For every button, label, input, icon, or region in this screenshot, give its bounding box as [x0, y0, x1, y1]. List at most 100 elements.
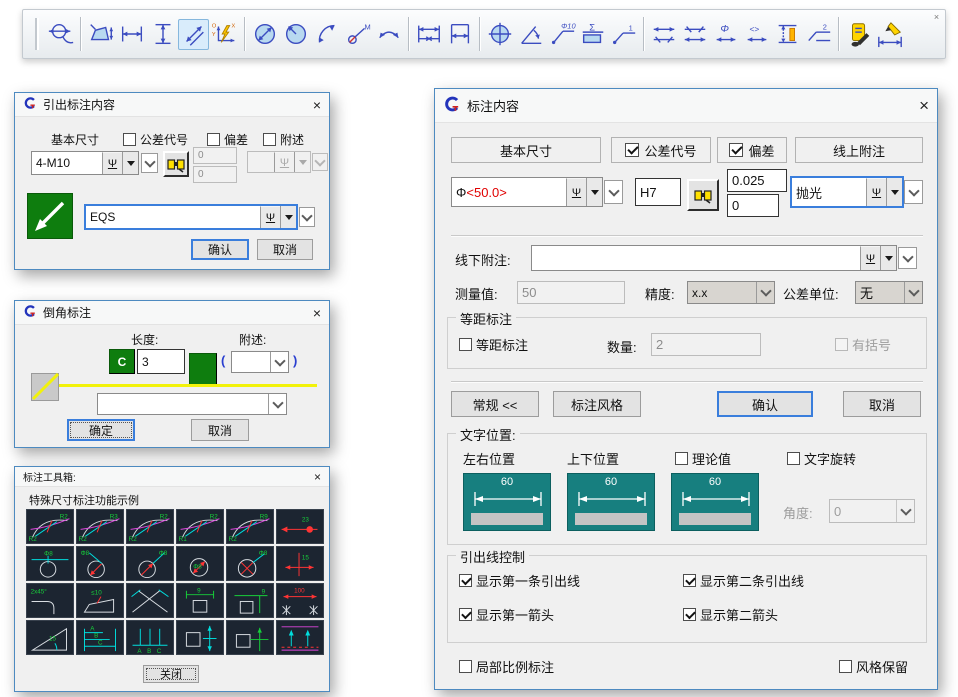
example-tile-arc[interactable]: R2R2 — [126, 509, 174, 544]
drop-button[interactable] — [280, 206, 296, 228]
second-leader-checkbox[interactable]: 显示第二条引出线 — [683, 571, 804, 590]
special-char-button[interactable]: Ψ — [102, 152, 122, 174]
angle-leader-icon[interactable] — [515, 19, 546, 50]
dim-inspect-icon[interactable] — [772, 19, 803, 50]
special-char-button[interactable]: Ψ — [866, 178, 886, 206]
second-arrow-checkbox[interactable]: 显示第二箭头 — [683, 605, 778, 624]
example-tile-triangle[interactable]: 15 — [26, 620, 74, 655]
dim-brackets-icon[interactable]: <> — [741, 19, 772, 50]
suffix-history-dropdown[interactable] — [904, 180, 923, 204]
close-icon[interactable]: × — [313, 97, 321, 113]
upper-deviation-field[interactable]: 0 — [193, 147, 237, 164]
dialog-titlebar[interactable]: 标注内容 × — [435, 89, 937, 123]
tolerance-code-checkbox[interactable]: 公差代号 — [123, 131, 188, 148]
special-char-button[interactable]: Ψ — [260, 206, 280, 228]
ok-button[interactable]: 确认 — [717, 391, 813, 417]
c-prefix-button[interactable]: C — [109, 349, 135, 374]
ok-button[interactable]: 确定 — [67, 419, 135, 441]
toolbar-close-icon[interactable]: × — [931, 12, 942, 23]
ok-button[interactable]: 确认 — [191, 239, 249, 260]
slope-leader-icon[interactable]: 1 — [608, 19, 639, 50]
quick-dim-icon[interactable] — [85, 19, 116, 50]
deviation-checkbox[interactable]: 偏差 — [717, 137, 787, 163]
close-icon[interactable]: × — [919, 96, 929, 116]
example-tile-stars[interactable]: 100 — [276, 583, 324, 618]
example-tile-stacked[interactable]: ABC — [76, 620, 124, 655]
example-tile-arc[interactable]: R2R2 — [26, 509, 74, 544]
vertical-dim-icon[interactable] — [147, 19, 178, 50]
leader-text-combo[interactable]: EQS Ψ — [85, 205, 297, 229]
dim-history-dropdown[interactable] — [141, 153, 158, 173]
example-tile-arc[interactable]: R1R2 — [176, 509, 224, 544]
below-note-history-dropdown[interactable] — [898, 247, 917, 269]
arc-length-dim-icon[interactable] — [373, 19, 404, 50]
continued-dim-icon[interactable] — [444, 19, 475, 50]
chevron-down-icon[interactable] — [904, 282, 922, 303]
dim-history-dropdown[interactable] — [604, 180, 623, 204]
theoretical-checkbox[interactable]: 理论值 — [675, 449, 731, 468]
text-rotate-checkbox[interactable]: 文字旋转 — [787, 449, 856, 468]
example-tile-chamfer[interactable]: 2x45° — [26, 583, 74, 618]
dialog-titlebar[interactable]: 标注工具箱: × — [15, 467, 329, 487]
diameter-leader-icon[interactable]: Φ10 — [546, 19, 577, 50]
example-tile-arrows[interactable] — [276, 620, 324, 655]
coordinate-dim-icon[interactable]: OYX — [209, 19, 240, 50]
dim-diameter-edit-icon[interactable]: Φ — [710, 19, 741, 50]
chevron-down-icon[interactable] — [756, 282, 774, 303]
example-tile-cross[interactable] — [126, 583, 174, 618]
example-tile-circle-leader[interactable]: Φ8 — [76, 546, 124, 581]
example-tile-arc[interactable]: R2R9 — [226, 509, 274, 544]
leader-m-dim-icon[interactable]: M — [342, 19, 373, 50]
baseline-dim-icon[interactable] — [413, 19, 444, 50]
extra-note-combo[interactable] — [97, 393, 287, 415]
first-arrow-checkbox[interactable]: 显示第一箭头 — [459, 605, 554, 624]
lookup-button[interactable] — [163, 151, 189, 177]
center-mark-icon[interactable] — [484, 19, 515, 50]
dim-spacing-icon[interactable] — [648, 19, 679, 50]
ud-position-preview[interactable]: 60 — [567, 473, 655, 531]
datum-target-icon[interactable]: Σ — [577, 19, 608, 50]
chamfer-style-button[interactable] — [189, 353, 217, 385]
toolbar-grip-handle[interactable] — [35, 18, 39, 50]
dim-style-button[interactable]: 标注风格 — [553, 391, 641, 417]
dim-value-combo[interactable]: Φ<50.0> Ψ — [451, 177, 603, 207]
close-icon[interactable]: × — [313, 305, 321, 321]
note-combo[interactable] — [231, 351, 289, 373]
drop-button[interactable] — [886, 178, 902, 206]
cancel-button[interactable]: 取消 — [843, 391, 921, 417]
radius-dim-icon[interactable] — [280, 19, 311, 50]
drop-button[interactable] — [586, 178, 602, 206]
example-tile-circle-in[interactable]: Φ8 — [176, 546, 224, 581]
example-tile-sq-top[interactable]: 9 — [176, 583, 224, 618]
first-leader-checkbox[interactable]: 显示第一条引出线 — [459, 571, 580, 590]
special-char-button[interactable]: Ψ — [566, 178, 586, 206]
length-input[interactable]: 3 — [137, 349, 185, 374]
cancel-button[interactable]: 取消 — [257, 239, 313, 260]
dim-value-combo[interactable]: 4-M10 Ψ — [31, 151, 139, 175]
example-tile-arc[interactable]: R2R3 — [76, 509, 124, 544]
tolerance-code-field[interactable]: H7 — [635, 178, 681, 206]
chevron-down-icon[interactable] — [268, 394, 286, 414]
dim-slope-edit-icon[interactable]: 2 — [803, 19, 834, 50]
upper-deviation-field[interactable]: 0.025 — [727, 169, 787, 192]
deviation-checkbox[interactable]: 偏差 — [207, 131, 248, 148]
close-icon[interactable]: × — [314, 470, 321, 484]
style-manager-icon[interactable] — [843, 19, 874, 50]
example-tile-sq-side[interactable]: 9 — [226, 583, 274, 618]
aligned-dim-icon[interactable] — [178, 19, 209, 50]
general-toggle-button[interactable]: 常规 << — [451, 391, 539, 417]
example-tile-wedge[interactable]: ≤10 — [76, 583, 124, 618]
linear-dim-icon[interactable] — [116, 19, 147, 50]
example-tile-sq-updown[interactable] — [176, 620, 224, 655]
example-tile-circle-leader2[interactable]: Φ8 — [126, 546, 174, 581]
below-note-combo[interactable]: Ψ — [531, 245, 897, 271]
close-button[interactable]: 关闭 — [143, 665, 199, 683]
keep-style-checkbox[interactable]: 风格保留 — [839, 657, 908, 676]
tolerance-code-checkbox[interactable]: 公差代号 — [611, 137, 711, 163]
dim-break-icon[interactable] — [679, 19, 710, 50]
dim-circle-leader-icon[interactable] — [45, 19, 76, 50]
drop-button[interactable] — [880, 246, 896, 270]
lookup-button[interactable] — [687, 179, 719, 211]
example-tile-ordinate[interactable]: ABC — [126, 620, 174, 655]
dialog-titlebar[interactable]: 引出标注内容 × — [15, 93, 329, 117]
